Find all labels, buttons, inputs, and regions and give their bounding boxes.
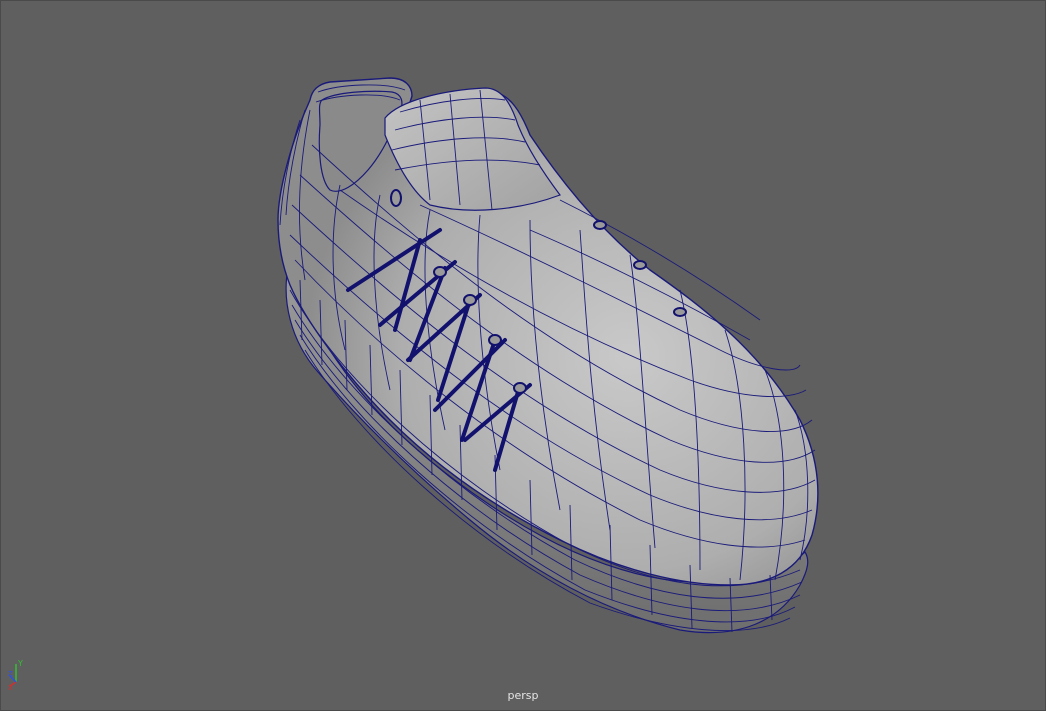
axis-z-label: Z — [8, 670, 13, 678]
camera-name-label: persp — [507, 689, 539, 702]
eyelet[interactable] — [633, 260, 647, 270]
eyelet[interactable] — [463, 294, 477, 306]
eyelet[interactable] — [390, 189, 402, 207]
axis-gizmo: Y X Z — [8, 659, 23, 690]
scene-canvas[interactable] — [0, 0, 1046, 711]
axis-y-label: Y — [17, 659, 23, 668]
eyelet[interactable] — [513, 382, 527, 394]
eyelet[interactable] — [488, 334, 502, 346]
maya-perspective-viewport[interactable]: Y X Z persp — [0, 0, 1046, 711]
eyelet[interactable] — [673, 307, 687, 317]
eyelet[interactable] — [433, 266, 447, 278]
eyelet[interactable] — [593, 220, 607, 230]
